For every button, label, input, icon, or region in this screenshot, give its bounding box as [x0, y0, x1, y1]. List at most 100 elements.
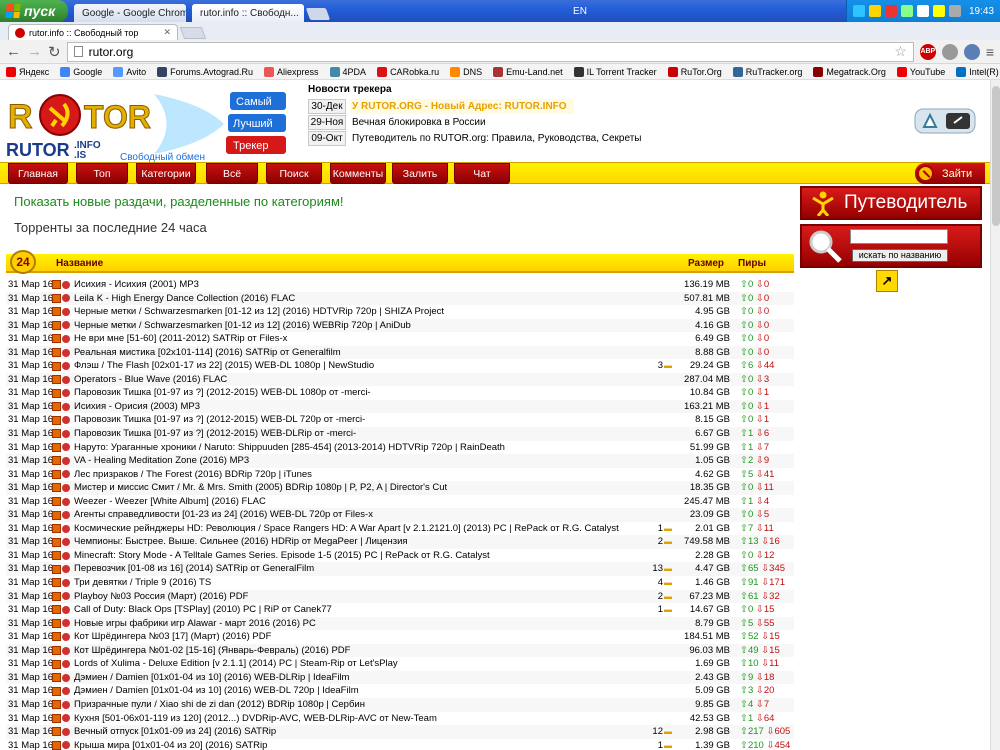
row-title-link[interactable]: Реальная мистика [02x101-114] (2016) SAT…: [74, 346, 650, 360]
row-title-link[interactable]: Кот Шрёдингера №01-02 [15-16] (Январь-Фе…: [74, 644, 650, 658]
magnet-icon[interactable]: [62, 727, 70, 736]
magnet-icon[interactable]: [62, 429, 70, 438]
magnet-icon[interactable]: [62, 511, 70, 520]
row-comments[interactable]: [650, 346, 674, 360]
row-comments[interactable]: 13▬: [650, 562, 674, 576]
magnet-icon[interactable]: [62, 416, 70, 425]
download-icon[interactable]: [52, 497, 61, 507]
language-indicator[interactable]: EN: [573, 6, 587, 17]
row-title-link[interactable]: Призрачные пули / Xiao shi de zi dan (20…: [74, 698, 650, 712]
magnet-icon[interactable]: [62, 402, 70, 411]
row-comments[interactable]: [650, 413, 674, 427]
scrollbar[interactable]: [990, 80, 1000, 750]
magnet-icon[interactable]: [62, 646, 70, 655]
row-comments[interactable]: 1▬: [650, 522, 674, 536]
download-icon[interactable]: [52, 740, 61, 750]
row-comments[interactable]: [650, 495, 674, 509]
download-icon[interactable]: [52, 551, 61, 561]
browser-tab[interactable]: rutor.info :: Свободный тор ✕: [8, 24, 178, 40]
row-comments[interactable]: [650, 671, 674, 685]
magnet-icon[interactable]: [62, 619, 70, 628]
row-title-link[interactable]: Паровозик Тишка [01-97 из ?] (2012-2015)…: [74, 413, 650, 427]
magnet-icon[interactable]: [62, 280, 70, 289]
row-title-link[interactable]: Playboy №03 Россия (Март) (2016) PDF: [74, 590, 650, 604]
row-comments[interactable]: [650, 278, 674, 292]
row-title-link[interactable]: Operators - Blue Wave (2016) FLAC: [74, 373, 650, 387]
row-title-link[interactable]: Дэмиен / Damien [01x01-04 из 10] (2016) …: [74, 684, 650, 698]
magnet-icon[interactable]: [62, 551, 70, 560]
bookmark-item[interactable]: Forums.Avtograd.Ru: [157, 66, 253, 77]
download-icon[interactable]: [52, 483, 61, 493]
close-icon[interactable]: ✕: [303, 8, 304, 19]
row-title-link[interactable]: Крыша мира [01x01-04 из 20] (2016) SATRi…: [74, 739, 650, 750]
row-comments[interactable]: 12▬: [650, 725, 674, 739]
magnet-icon[interactable]: [62, 321, 70, 330]
monitor-icon[interactable]: [948, 5, 961, 17]
row-title-link[interactable]: Космические рейнджеры HD: Революция / Sp…: [74, 522, 650, 536]
star-icon[interactable]: ☆: [894, 43, 907, 60]
download-icon[interactable]: [52, 700, 61, 710]
menu-item-categories[interactable]: Категории: [136, 163, 196, 184]
row-title-link[interactable]: Новые игры фабрики игр Alawar - март 201…: [74, 617, 650, 631]
start-button[interactable]: пуск: [0, 0, 68, 22]
row-title-link[interactable]: Исихия - Исихия (2001) MP3: [74, 278, 650, 292]
row-comments[interactable]: [650, 549, 674, 563]
row-title-link[interactable]: Leila K - High Energy Dance Collection (…: [74, 292, 650, 306]
download-icon[interactable]: [52, 537, 61, 547]
news-item[interactable]: 29-Ноя Вечная блокировка в России: [308, 114, 738, 130]
download-icon[interactable]: [52, 591, 61, 601]
download-icon[interactable]: [52, 334, 61, 344]
magnet-icon[interactable]: [62, 700, 70, 709]
download-icon[interactable]: [52, 713, 61, 723]
show-by-category-link[interactable]: Показать новые раздачи, разделенные по к…: [14, 194, 344, 209]
table-row[interactable]: 31 Мар 16 Три девятки / Triple 9 (2016) T…: [6, 576, 794, 590]
download-icon[interactable]: [52, 293, 61, 303]
download-icon[interactable]: [52, 673, 61, 683]
menu-item-all[interactable]: Всё: [206, 163, 258, 184]
magnet-icon[interactable]: [62, 592, 70, 601]
table-row[interactable]: 31 Мар 16 Паровозик Тишка [01-97 из ?] (2…: [6, 386, 794, 400]
download-icon[interactable]: [52, 361, 61, 371]
row-title-link[interactable]: Черные метки / Schwarzesmarken [01-12 из…: [74, 319, 650, 333]
row-title-link[interactable]: Кот Шрёдингера №03 [17] (Март) (2016) PD…: [74, 630, 650, 644]
table-row[interactable]: 31 Мар 16 Крыша мира [01x01-04 из 20] (20…: [6, 738, 794, 750]
row-title-link[interactable]: Перевозчик [01-08 из 16] (2014) SATRip о…: [74, 562, 650, 576]
table-row[interactable]: 31 Мар 16 Лес призраков / The Forest (201…: [6, 467, 794, 482]
download-icon[interactable]: [52, 388, 61, 398]
download-icon[interactable]: [52, 375, 61, 385]
extension-icon[interactable]: [963, 43, 980, 60]
login-widget[interactable]: [914, 108, 976, 134]
row-comments[interactable]: 3▬: [650, 359, 674, 373]
table-row[interactable]: 31 Мар 16 VA - Healing Meditation Zone (2…: [6, 454, 794, 468]
download-icon[interactable]: [52, 510, 61, 520]
table-row[interactable]: 31 Мар 16 Паровозик Тишка [01-97 из ?] (2…: [6, 413, 794, 428]
table-row[interactable]: 31 Мар 16 Космические рейнджеры HD: Револ…: [6, 521, 794, 536]
row-title-link[interactable]: VA - Healing Meditation Zone (2016) MP3: [74, 454, 650, 468]
table-row[interactable]: 31 Мар 16 Призрачные пули / Xiao shi de z…: [6, 697, 794, 712]
row-title-link[interactable]: Чемпионы: Быстрее. Выше. Сильнее (2016) …: [74, 535, 650, 549]
row-comments[interactable]: [650, 684, 674, 698]
magnet-icon[interactable]: [62, 565, 70, 574]
bookmark-item[interactable]: Google: [60, 66, 102, 77]
table-row[interactable]: 31 Мар 16 Lords of Xulima - Deluxe Editio…: [6, 657, 794, 671]
bookmark-item[interactable]: CARobka.ru: [377, 66, 439, 77]
download-icon[interactable]: [52, 632, 61, 642]
bookmark-item[interactable]: Aliexpress: [264, 66, 319, 77]
bookmark-item[interactable]: YouTube: [896, 66, 945, 77]
row-title-link[interactable]: Minecraft: Story Mode - A Telltale Games…: [74, 549, 650, 563]
row-title-link[interactable]: Наруто: Ураганные хроники / Naruto: Ship…: [74, 441, 650, 455]
row-comments[interactable]: 2▬: [650, 590, 674, 604]
row-title-link[interactable]: Лес призраков / The Forest (2016) BDRip …: [74, 468, 650, 482]
search-button[interactable]: искать по названию: [852, 249, 948, 262]
table-row[interactable]: 31 Мар 16 Operators - Blue Wave (2016) FL…: [6, 372, 794, 387]
shield-icon[interactable]: [932, 5, 945, 17]
bookmark-item[interactable]: Megatrack.Org: [813, 66, 886, 77]
download-icon[interactable]: [52, 618, 61, 628]
download-icon[interactable]: [52, 686, 61, 696]
magnet-icon[interactable]: [62, 456, 70, 465]
table-row[interactable]: 31 Мар 16 Дэмиен / Damien [01x01-04 из 10…: [6, 670, 794, 685]
row-title-link[interactable]: Кухня [501-06x01-119 из 120] (2012...) D…: [74, 712, 650, 726]
table-row[interactable]: 31 Мар 16 Чемпионы: Быстрее. Выше. Сильне…: [6, 535, 794, 549]
row-title-link[interactable]: Вечный отпуск [01x01-09 из 24] (2016) SA…: [74, 725, 650, 739]
download-icon[interactable]: [52, 456, 61, 466]
